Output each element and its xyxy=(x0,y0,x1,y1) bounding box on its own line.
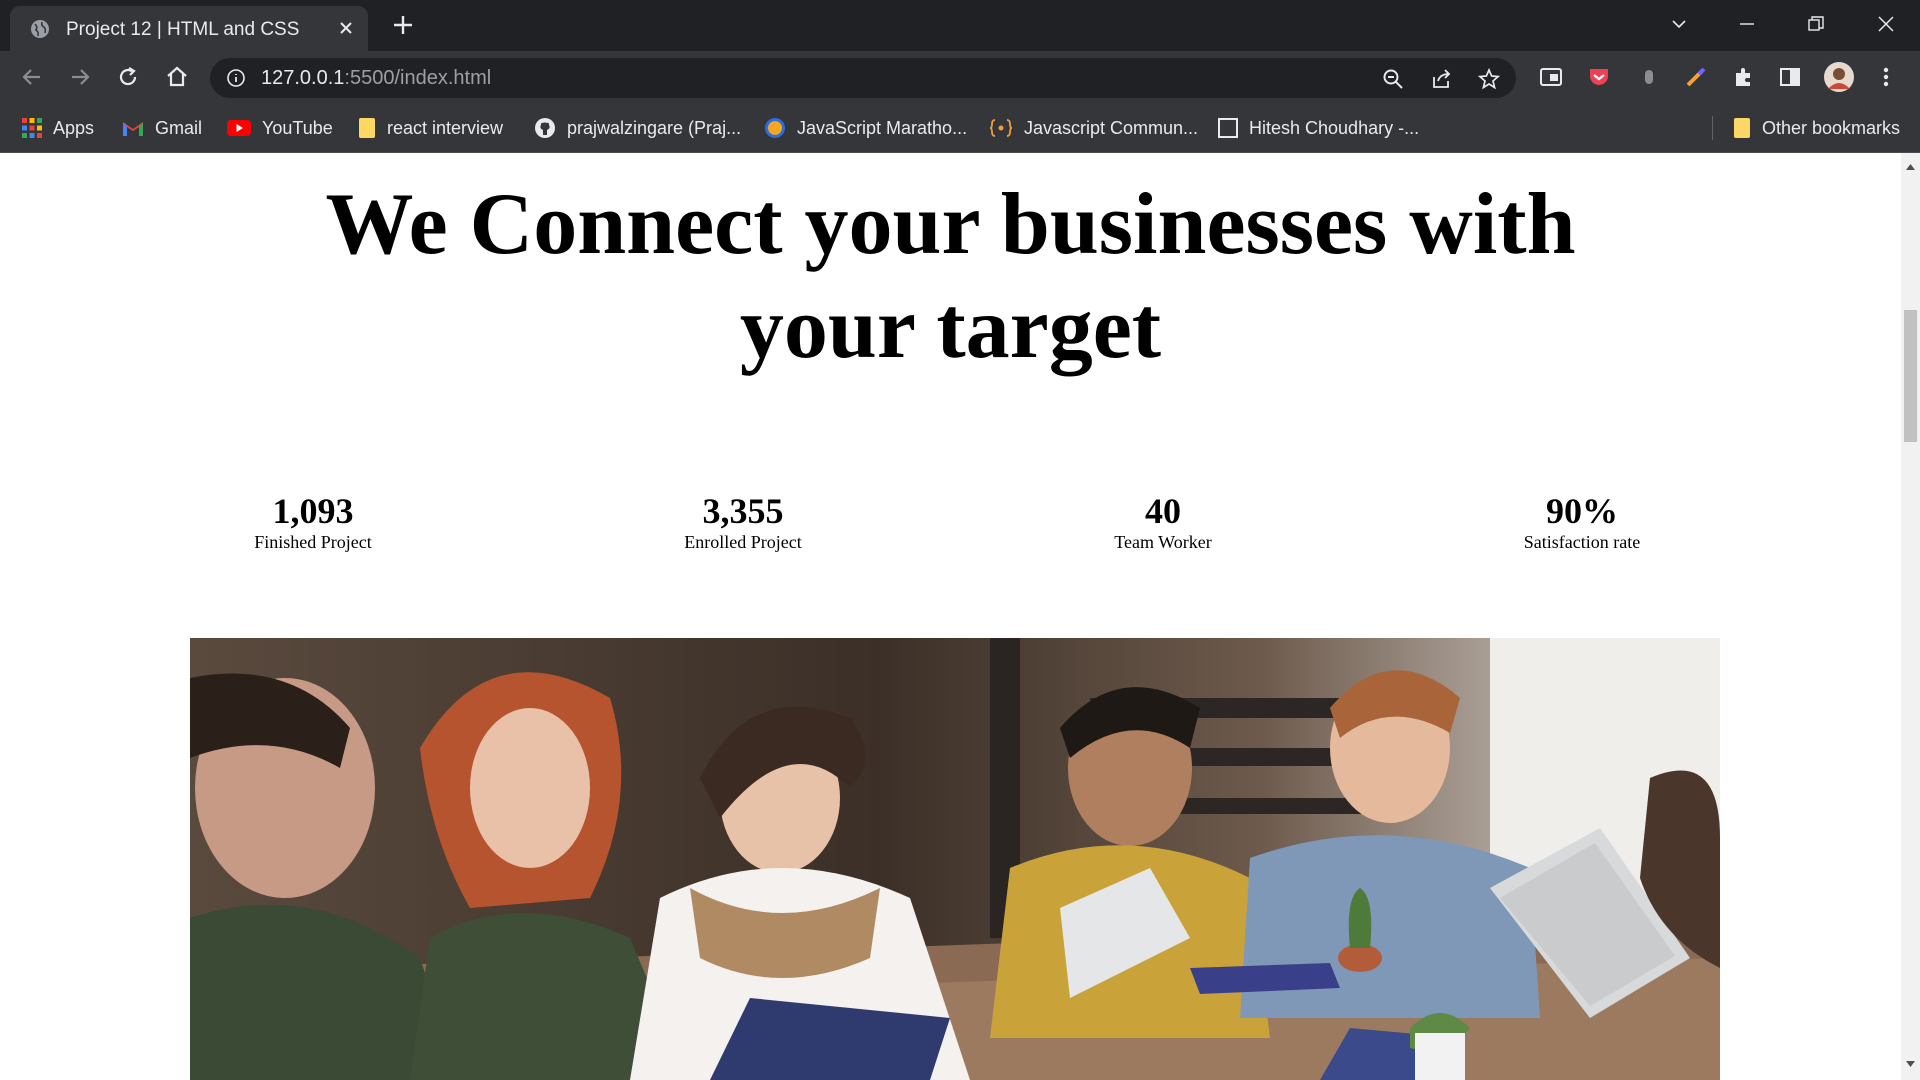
close-tab-icon[interactable] xyxy=(336,18,356,38)
globe-icon xyxy=(31,20,49,38)
stat-label: Team Worker xyxy=(1114,532,1212,552)
bookmark-label: Gmail xyxy=(155,117,203,138)
color-picker-icon[interactable] xyxy=(1684,65,1708,89)
bookmark-label: Javascript Commun... xyxy=(1024,117,1199,138)
back-icon[interactable] xyxy=(20,65,44,89)
stat-team-workers: 40 Team Worker xyxy=(1013,492,1313,554)
tab-search-icon[interactable] xyxy=(1669,14,1689,34)
extension-mouse-icon[interactable] xyxy=(1637,65,1661,89)
hero-heading-line2: your target xyxy=(739,280,1162,377)
bookmark-gmail[interactable]: Gmail xyxy=(122,115,202,141)
bookmark-label: YouTube xyxy=(262,117,333,138)
page-icon xyxy=(1218,118,1238,138)
minimize-icon[interactable] xyxy=(1737,14,1757,34)
stat-satisfaction-rate: 90% Satisfaction rate xyxy=(1432,492,1732,554)
youtube-icon xyxy=(227,120,251,136)
share-icon[interactable] xyxy=(1430,68,1452,90)
other-bookmarks-label: Other bookmarks xyxy=(1762,117,1901,138)
bookmark-apps[interactable]: Apps xyxy=(22,115,94,141)
hero-heading-line1: We Connect your businesses with xyxy=(325,176,1576,273)
browser-tab-bar: Project 12 | HTML and CSS xyxy=(0,0,1920,51)
stat-enrolled-projects: 3,355 Enrolled Project xyxy=(593,492,893,554)
menu-kebab-icon[interactable] xyxy=(1876,65,1896,89)
bookmark-label: Apps xyxy=(53,117,95,138)
bookmark-react-interview[interactable]: react interview xyxy=(358,115,503,141)
forward-icon[interactable] xyxy=(68,65,92,89)
stat-value: 3,355 xyxy=(702,491,784,531)
pocket-icon[interactable] xyxy=(1587,65,1611,89)
url-text[interactable]: 127.0.0.1:5500/index.html xyxy=(261,67,491,90)
page-scrollbar[interactable] xyxy=(1901,153,1920,1080)
stat-value: 90% xyxy=(1546,491,1618,531)
bookmark-javascript-community[interactable]: Javascript Commun... xyxy=(989,115,1198,141)
reload-icon[interactable] xyxy=(116,65,140,89)
site-info-icon[interactable] xyxy=(226,68,246,88)
bookmarks-bar: Apps Gmail YouTube react interview prajw… xyxy=(0,104,1920,153)
gmail-icon xyxy=(123,122,143,136)
stat-value: 40 xyxy=(1145,491,1181,531)
address-bar[interactable]: 127.0.0.1:5500/index.html xyxy=(210,58,1516,98)
bookmark-javascript-marathon[interactable]: JavaScript Maratho... xyxy=(764,115,967,141)
zoom-icon[interactable] xyxy=(1382,68,1404,90)
bookmark-label: prajwalzingare (Praj... xyxy=(567,117,742,138)
bookmark-label: react interview xyxy=(387,117,504,138)
bookmark-label: Hitesh Choudhary -... xyxy=(1249,117,1420,138)
close-window-icon[interactable] xyxy=(1876,14,1896,34)
new-tab-icon[interactable] xyxy=(392,14,414,36)
cast-icon[interactable] xyxy=(1539,65,1563,89)
github-icon xyxy=(535,118,555,138)
braces-icon xyxy=(989,119,1013,137)
bookmark-hitesh-choudhary[interactable]: Hitesh Choudhary -... xyxy=(1218,115,1419,141)
folder-icon xyxy=(359,118,375,138)
extensions-puzzle-icon[interactable] xyxy=(1732,65,1756,89)
stat-label: Finished Project xyxy=(254,532,372,552)
bookmark-github[interactable]: prajwalzingare (Praj... xyxy=(534,115,741,141)
browser-tab[interactable]: Project 12 | HTML and CSS xyxy=(10,6,368,51)
side-panel-icon[interactable] xyxy=(1778,65,1802,89)
scroll-up-arrow-icon[interactable] xyxy=(1906,163,1915,170)
profile-avatar-icon[interactable] xyxy=(1824,62,1854,92)
bookmark-star-icon[interactable] xyxy=(1478,68,1500,90)
tab-title: Project 12 | HTML and CSS xyxy=(66,19,300,40)
other-bookmarks[interactable]: Other bookmarks xyxy=(1733,115,1900,141)
stat-label: Enrolled Project xyxy=(684,532,802,552)
apps-grid-icon xyxy=(22,118,42,138)
home-icon[interactable] xyxy=(165,65,189,89)
stat-finished-projects: 1,093 Finished Project xyxy=(163,492,463,554)
folder-icon xyxy=(1734,118,1750,138)
stat-value: 1,093 xyxy=(272,491,354,531)
team-meeting-photo xyxy=(190,638,1720,1080)
restore-icon[interactable] xyxy=(1806,14,1826,34)
bookmark-label: JavaScript Maratho... xyxy=(797,117,968,138)
browser-toolbar: 127.0.0.1:5500/index.html xyxy=(0,51,1920,104)
scrollbar-thumb[interactable] xyxy=(1904,310,1917,442)
bookmark-youtube[interactable]: YouTube xyxy=(227,115,333,141)
hero-heading: We Connect your businesses with your tar… xyxy=(0,173,1901,381)
bookmarks-divider xyxy=(1712,116,1713,140)
site-icon xyxy=(765,118,785,138)
scroll-down-arrow-icon[interactable] xyxy=(1906,1061,1915,1068)
stat-label: Satisfaction rate xyxy=(1523,532,1641,552)
page-viewport: We Connect your businesses with your tar… xyxy=(0,153,1901,1080)
